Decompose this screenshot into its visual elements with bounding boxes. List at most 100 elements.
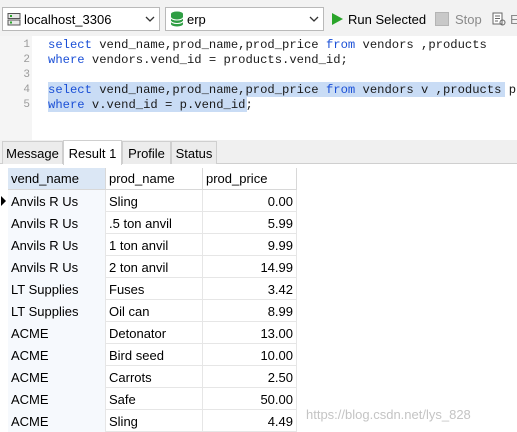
- table-row[interactable]: Anvils R Us Sling 0.00: [8, 190, 297, 212]
- stop-button[interactable]: Stop: [435, 8, 482, 30]
- code-line: select vend_name,prod_name,prod_price fr…: [48, 83, 516, 98]
- code-line: where v.vend_id = p.vend_id;: [48, 98, 253, 113]
- table-row[interactable]: ACME Carrots 2.50: [8, 366, 297, 388]
- tab-status[interactable]: Status: [171, 141, 217, 164]
- database-label: erp: [187, 11, 206, 27]
- table-row[interactable]: Anvils R Us .5 ton anvil 5.99: [8, 212, 297, 234]
- chevron-down-icon[interactable]: [141, 8, 159, 30]
- sql-keyword: from: [325, 38, 356, 52]
- sql-text: vend_name,prod_name,prod_price: [91, 38, 326, 52]
- table-cell-vend-name[interactable]: ACME: [8, 344, 106, 366]
- code-line: select vend_name,prod_name,prod_price fr…: [48, 38, 487, 53]
- explain-button[interactable]: E: [492, 8, 517, 30]
- table-cell-prod-price[interactable]: 8.99: [203, 300, 297, 322]
- table-row[interactable]: Anvils R Us 1 ton anvil 9.99: [8, 234, 297, 256]
- play-icon: [330, 12, 344, 26]
- chevron-down-icon[interactable]: [305, 8, 323, 30]
- column-header-vend-name[interactable]: vend_name: [8, 168, 106, 190]
- table-cell-prod-price[interactable]: 4.49: [203, 410, 297, 432]
- sql-text: vendors v ,products p: [355, 83, 517, 97]
- sql-text: vendors ,products: [355, 38, 487, 52]
- line-number: 1: [23, 39, 30, 51]
- column-header-label: prod_price: [206, 171, 268, 186]
- table-cell-prod-price[interactable]: 13.00: [203, 322, 297, 344]
- table-cell-vend-name[interactable]: LT Supplies: [8, 278, 106, 300]
- sql-keyword: from: [325, 83, 356, 97]
- table-cell-prod-price[interactable]: 14.99: [203, 256, 297, 278]
- table-cell-vend-name[interactable]: Anvils R Us: [8, 256, 106, 278]
- connection-label: localhost_3306: [24, 11, 112, 27]
- table-cell-vend-name[interactable]: Anvils R Us: [8, 234, 106, 256]
- table-cell-prod-name[interactable]: Bird seed: [106, 344, 203, 366]
- line-number: 3: [23, 69, 30, 81]
- tab-result-1[interactable]: Result 1: [63, 140, 122, 165]
- table-cell-prod-price[interactable]: 50.00: [203, 388, 297, 410]
- watermark: https://blog.csdn.net/lys_828: [306, 407, 471, 422]
- result-tab-bar: Message Result 1 Profile Status: [0, 140, 517, 165]
- column-header-label: prod_name: [109, 171, 175, 186]
- table-cell-prod-name[interactable]: Safe: [106, 388, 203, 410]
- stop-icon: [435, 12, 449, 26]
- table-cell-prod-name[interactable]: .5 ton anvil: [106, 212, 203, 234]
- run-selected-button[interactable]: Run Selected: [330, 8, 426, 30]
- sql-text: v.vend_id = p.vend_id;: [84, 98, 253, 112]
- tab-profile[interactable]: Profile: [122, 141, 171, 164]
- table-cell-prod-price[interactable]: 5.99: [203, 212, 297, 234]
- tab-message[interactable]: Message: [2, 141, 63, 164]
- table-cell-prod-name[interactable]: 1 ton anvil: [106, 234, 203, 256]
- sql-text: vend_name,prod_name,prod_price: [91, 83, 326, 97]
- table-cell-prod-name[interactable]: Sling: [106, 190, 203, 212]
- current-row-pointer-icon: [0, 190, 8, 212]
- column-header-prod-price[interactable]: prod_price: [203, 168, 297, 190]
- table-cell-prod-price[interactable]: 9.99: [203, 234, 297, 256]
- toolbar: localhost_3306 erp Run Selected Stop E: [0, 0, 517, 36]
- table-cell-vend-name[interactable]: LT Supplies: [8, 300, 106, 322]
- column-header-prod-name[interactable]: prod_name: [106, 168, 203, 190]
- table-cell-prod-name[interactable]: Fuses: [106, 278, 203, 300]
- table-cell-vend-name[interactable]: ACME: [8, 366, 106, 388]
- table-cell-prod-name[interactable]: Detonator: [106, 322, 203, 344]
- result-grid: vend_name prod_name prod_price Anvils R …: [0, 168, 517, 432]
- table-row[interactable]: LT Supplies Fuses 3.42: [8, 278, 297, 300]
- explain-label: E: [510, 11, 517, 27]
- table-cell-prod-price[interactable]: 3.42: [203, 278, 297, 300]
- table-cell-vend-name[interactable]: ACME: [8, 322, 106, 344]
- run-selected-label: Run Selected: [348, 11, 427, 27]
- table-cell-vend-name[interactable]: ACME: [8, 388, 106, 410]
- tab-label: Result 1: [68, 145, 117, 161]
- table-row[interactable]: ACME Sling 4.49: [8, 410, 297, 432]
- column-header-label: vend_name: [11, 171, 79, 186]
- table-cell-vend-name[interactable]: ACME: [8, 410, 106, 432]
- table-cell-vend-name[interactable]: Anvils R Us: [8, 190, 106, 212]
- tab-label: Message: [6, 145, 59, 161]
- sql-keyword: where: [48, 53, 85, 67]
- database-select[interactable]: erp: [165, 7, 324, 31]
- table-row[interactable]: LT Supplies Oil can 8.99: [8, 300, 297, 322]
- line-number: 4: [23, 84, 30, 96]
- line-number: 2: [23, 54, 30, 66]
- table-row[interactable]: ACME Safe 50.00: [8, 388, 297, 410]
- database-icon: [170, 11, 184, 27]
- sql-keyword: where: [48, 98, 85, 112]
- server-icon: [7, 12, 21, 26]
- sql-text: vendors.vend_id = products.vend_id;: [84, 53, 348, 67]
- table-cell-vend-name[interactable]: Anvils R Us: [8, 212, 106, 234]
- table-cell-prod-price[interactable]: 0.00: [203, 190, 297, 212]
- sql-editor[interactable]: 1 2 3 4 5 select vend_name,prod_name,prod_pr…: [0, 36, 517, 140]
- table-cell-prod-name[interactable]: 2 ton anvil: [106, 256, 203, 278]
- table-cell-prod-price[interactable]: 10.00: [203, 344, 297, 366]
- connection-select[interactable]: localhost_3306: [2, 7, 160, 31]
- explain-icon: [492, 12, 506, 26]
- table-row[interactable]: ACME Bird seed 10.00: [8, 344, 297, 366]
- tab-label: Status: [175, 145, 213, 161]
- sql-keyword: select: [48, 38, 92, 52]
- table-row[interactable]: ACME Detonator 13.00: [8, 322, 297, 344]
- table-row[interactable]: Anvils R Us 2 ton anvil 14.99: [8, 256, 297, 278]
- table-cell-prod-name[interactable]: Oil can: [106, 300, 203, 322]
- table-cell-prod-name[interactable]: Carrots: [106, 366, 203, 388]
- stop-label: Stop: [455, 11, 482, 27]
- code-line: where vendors.vend_id = products.vend_id…: [48, 53, 348, 68]
- tab-label: Profile: [128, 145, 165, 161]
- table-cell-prod-price[interactable]: 2.50: [203, 366, 297, 388]
- table-cell-prod-name[interactable]: Sling: [106, 410, 203, 432]
